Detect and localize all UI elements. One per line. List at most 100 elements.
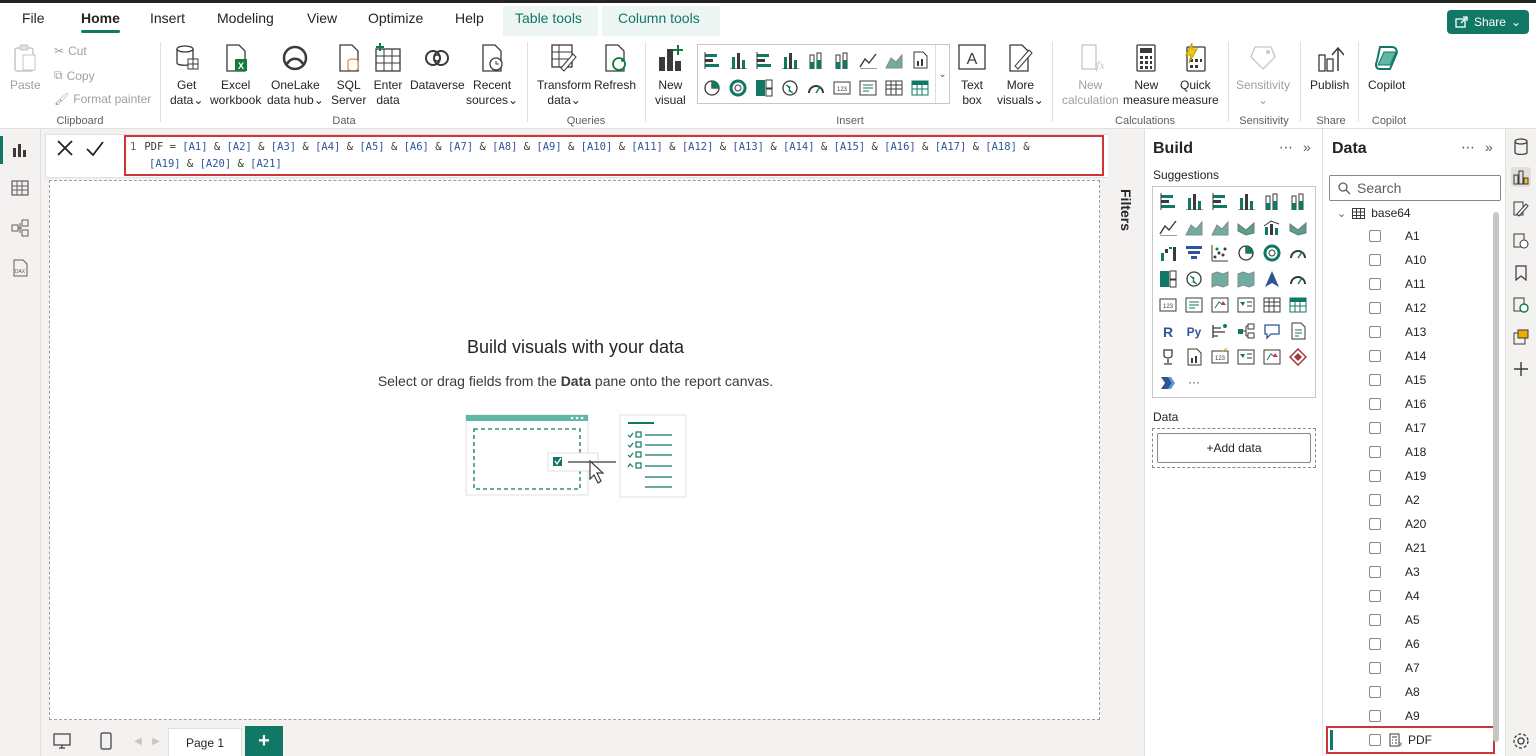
field-checkbox[interactable] (1369, 542, 1381, 554)
sync-slicers-icon[interactable] (1511, 295, 1531, 315)
more-visuals-icon[interactable]: ··· (1183, 372, 1205, 394)
card-icon[interactable]: 123 (1157, 294, 1179, 316)
field-a4[interactable]: A4 (1369, 584, 1420, 608)
bookmark-icon[interactable] (1511, 263, 1531, 283)
excel-workbook-button[interactable]: X Excel workbook (210, 42, 261, 108)
gallery-expand-button[interactable]: ⌄ (935, 45, 949, 103)
data-collapse-icon[interactable]: » (1485, 139, 1494, 155)
dax-query-view-icon[interactable]: DAX (9, 257, 31, 279)
field-checkbox[interactable] (1369, 518, 1381, 530)
desktop-layout-icon[interactable] (53, 732, 71, 750)
field-pdf-measure[interactable]: x PDF (1369, 728, 1432, 752)
gallery-donut-chart-icon[interactable] (727, 77, 749, 99)
more-visuals-button[interactable]: More visuals⌄ (997, 42, 1044, 108)
key-influencers-icon[interactable] (1209, 320, 1231, 342)
previous-page-icon[interactable]: ◀ (129, 732, 147, 750)
data-pane-scrollbar[interactable] (1493, 212, 1499, 742)
new-measure-button[interactable]: New measure (1123, 42, 1170, 108)
field-checkbox[interactable] (1369, 494, 1381, 506)
tab-insert[interactable]: Insert (150, 10, 185, 26)
field-a16[interactable]: A16 (1369, 392, 1426, 416)
new-visual-button[interactable]: New visual (655, 42, 686, 108)
add-page-button[interactable]: + (245, 726, 283, 756)
field-a15[interactable]: A15 (1369, 368, 1426, 392)
cancel-formula-button[interactable] (54, 137, 76, 159)
field-a17[interactable]: A17 (1369, 416, 1426, 440)
enter-data-button[interactable]: Enter data (373, 42, 403, 108)
new-calculation-button[interactable]: fx New calculation (1062, 42, 1119, 108)
gallery-matrix-icon[interactable] (909, 77, 931, 99)
field-checkbox[interactable] (1369, 374, 1381, 386)
data-pane-icon[interactable] (1511, 137, 1531, 157)
clustered-column-icon[interactable] (1235, 190, 1257, 212)
tab-help[interactable]: Help (455, 10, 484, 26)
onelake-data-hub-button[interactable]: OneLake data hub⌄ (267, 42, 324, 108)
tab-column-tools[interactable]: Column tools (618, 10, 700, 26)
filled-map-icon[interactable] (1209, 268, 1231, 290)
field-a21[interactable]: A21 (1369, 536, 1426, 560)
publish-button[interactable]: Publish (1310, 42, 1349, 93)
field-a8[interactable]: A8 (1369, 680, 1420, 704)
field-a10[interactable]: A10 (1369, 248, 1426, 272)
quick-measure-button[interactable]: Quick measure (1172, 42, 1219, 108)
paginated-report-icon[interactable] (1183, 346, 1205, 368)
donut-chart-icon[interactable] (1261, 242, 1283, 264)
slicer-icon[interactable] (1235, 294, 1257, 316)
field-a3[interactable]: A3 (1369, 560, 1420, 584)
map-icon[interactable] (1183, 268, 1205, 290)
treemap-icon[interactable] (1157, 268, 1179, 290)
tab-modeling[interactable]: Modeling (217, 10, 274, 26)
tab-table-tools[interactable]: Table tools (515, 10, 582, 26)
gallery-card-icon[interactable]: 123 (831, 77, 853, 99)
next-page-icon[interactable]: ▶ (147, 732, 165, 750)
text-box-button[interactable]: A Text box (957, 42, 987, 108)
stacked-area-icon[interactable] (1209, 216, 1231, 238)
field-checkbox[interactable] (1369, 326, 1381, 338)
gallery-multi-row-card-icon[interactable] (857, 77, 879, 99)
field-checkbox[interactable] (1369, 446, 1381, 458)
gauge-icon[interactable] (1287, 268, 1309, 290)
stacked-100-column-icon[interactable] (1287, 190, 1309, 212)
gallery-table-icon[interactable] (883, 77, 905, 99)
line-stacked-column-icon[interactable] (1235, 216, 1257, 238)
python-visual-icon[interactable]: Py (1183, 320, 1205, 342)
field-a12[interactable]: A12 (1369, 296, 1426, 320)
field-checkbox[interactable] (1369, 398, 1381, 410)
funnel-chart-icon[interactable] (1183, 242, 1205, 264)
metrics-icon[interactable] (1157, 346, 1179, 368)
gallery-stacked-column-icon[interactable] (727, 49, 749, 71)
selection-icon[interactable] (1511, 327, 1531, 347)
gallery-gauge-icon[interactable] (805, 77, 827, 99)
format-painter-button[interactable]: 🖌 Format painter (54, 92, 151, 106)
matrix-icon[interactable] (1287, 294, 1309, 316)
field-checkbox[interactable] (1369, 590, 1381, 602)
field-checkbox[interactable] (1369, 734, 1381, 746)
field-a2[interactable]: A2 (1369, 488, 1420, 512)
tab-view[interactable]: View (307, 10, 337, 26)
recent-sources-button[interactable]: Recent sources⌄ (466, 42, 518, 108)
formula-editor[interactable]: 1 PDF = [A1] & [A2] & [A3] & [A4] & [A5] … (124, 135, 1104, 176)
field-checkbox[interactable] (1369, 566, 1381, 578)
power-apps-icon[interactable] (1287, 346, 1309, 368)
gallery-clustered-column-icon[interactable] (779, 49, 801, 71)
gallery-pie-chart-icon[interactable] (701, 77, 723, 99)
field-a19[interactable]: A19 (1369, 464, 1426, 488)
field-a20[interactable]: A20 (1369, 512, 1426, 536)
line-chart-icon[interactable] (1157, 216, 1179, 238)
share-button[interactable]: Share ⌄ (1447, 10, 1529, 34)
field-a5[interactable]: A5 (1369, 608, 1420, 632)
gauge-chart-icon[interactable] (1287, 242, 1309, 264)
gallery-stacked-100-column-icon[interactable] (831, 49, 853, 71)
shape-map-icon[interactable] (1235, 268, 1257, 290)
format-pane-icon[interactable] (1511, 199, 1531, 219)
field-a11[interactable]: A11 (1369, 272, 1425, 296)
stacked-column-icon[interactable] (1183, 190, 1205, 212)
data-more-options-icon[interactable]: ⋯ (1461, 139, 1476, 156)
field-checkbox[interactable] (1369, 470, 1381, 482)
kpi-icon[interactable] (1209, 294, 1231, 316)
chevron-down-icon[interactable]: ⌄ (1337, 207, 1346, 220)
gallery-treemap-icon[interactable] (753, 77, 775, 99)
build-pane-icon[interactable] (1511, 167, 1531, 187)
smart-narrative-icon[interactable] (1287, 320, 1309, 342)
field-a6[interactable]: A6 (1369, 632, 1420, 656)
